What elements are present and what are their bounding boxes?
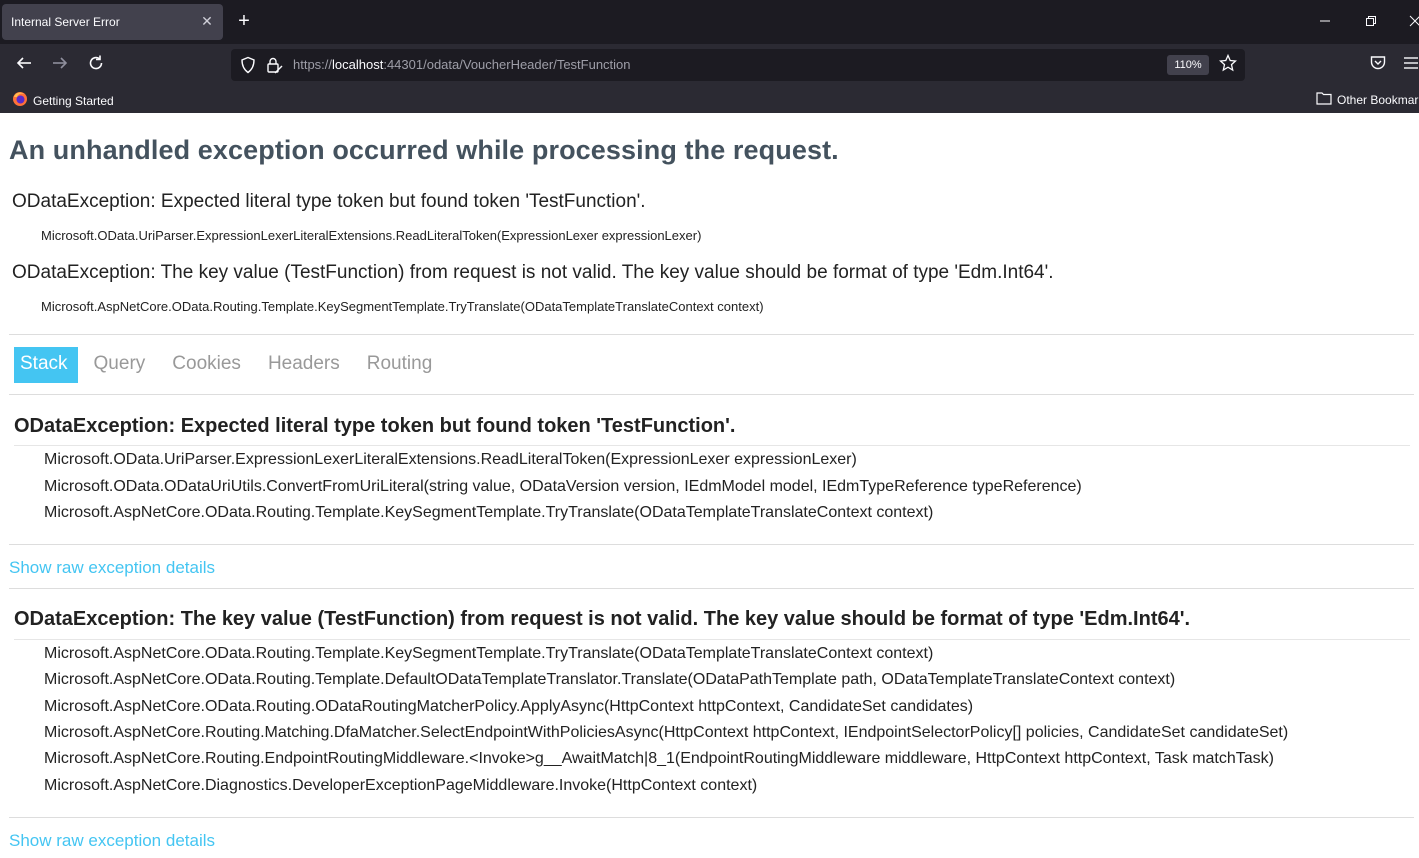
minimize-icon[interactable]	[1315, 12, 1335, 32]
stack-frame[interactable]: Microsoft.AspNetCore.OData.Routing.Templ…	[44, 645, 933, 663]
show-raw-exception-link[interactable]: Show raw exception details	[9, 831, 215, 851]
address-bar[interactable]: https://localhost:44301/odata/VoucherHea…	[231, 49, 1245, 81]
exception-title: ODataException: The key value (TestFunct…	[14, 608, 1191, 630]
divider	[9, 334, 1414, 335]
divider	[9, 544, 1414, 545]
summary-message: ODataException: Expected literal type to…	[12, 191, 646, 212]
tab-stack[interactable]: Stack	[14, 347, 78, 383]
stack-frame[interactable]: Microsoft.OData.ODataUriUtils.ConvertFro…	[44, 478, 1082, 496]
bookmark-label: Getting Started	[33, 93, 114, 108]
zoom-level-button[interactable]: 110%	[1167, 55, 1209, 75]
stack-frame[interactable]: Microsoft.AspNetCore.Routing.Matching.Df…	[44, 724, 1288, 742]
bookmark-other-folder[interactable]: Other Bookmarks	[1316, 91, 1419, 108]
bookmark-getting-started[interactable]: Getting Started	[12, 91, 114, 110]
tab-headers[interactable]: Headers	[255, 347, 354, 383]
forward-arrow-icon[interactable]	[49, 54, 71, 76]
shield-icon[interactable]	[239, 56, 257, 74]
tab-query[interactable]: Query	[81, 347, 160, 383]
browser-chrome: Internal Server Error ✕ + https://localh…	[0, 0, 1419, 113]
summary-location: Microsoft.AspNetCore.OData.Routing.Templ…	[41, 299, 764, 314]
lock-warning-icon[interactable]	[265, 56, 283, 74]
firefox-logo-icon	[12, 91, 28, 110]
tab-routing[interactable]: Routing	[354, 347, 447, 383]
stack-frame[interactable]: Microsoft.AspNetCore.OData.Routing.Templ…	[44, 504, 933, 522]
stack-frame[interactable]: Microsoft.AspNetCore.OData.Routing.OData…	[44, 698, 973, 716]
stack-frame[interactable]: Microsoft.AspNetCore.OData.Routing.Templ…	[44, 671, 1175, 689]
new-tab-button[interactable]: +	[234, 11, 254, 31]
stack-frame[interactable]: Microsoft.AspNetCore.Routing.EndpointRou…	[44, 750, 1274, 768]
back-arrow-icon[interactable]	[13, 54, 35, 76]
navigation-toolbar: https://localhost:44301/odata/VoucherHea…	[0, 44, 1419, 86]
bookmark-folder-label: Other Bookmarks	[1337, 92, 1419, 107]
exception-title: ODataException: Expected literal type to…	[14, 415, 736, 437]
url-text[interactable]: https://localhost:44301/odata/VoucherHea…	[293, 57, 631, 72]
url-host: localhost	[332, 57, 384, 72]
stack-frame[interactable]: Microsoft.OData.UriParser.ExpressionLexe…	[44, 451, 857, 469]
browser-tab[interactable]: Internal Server Error ✕	[2, 4, 223, 40]
close-tab-icon[interactable]: ✕	[199, 13, 215, 29]
restore-icon[interactable]	[1361, 12, 1381, 32]
detail-tabs: Stack Query Cookies Headers Routing	[14, 347, 446, 383]
error-page: An unhandled exception occurred while pr…	[0, 113, 1419, 858]
hamburger-menu-icon[interactable]	[1404, 54, 1419, 76]
summary-location: Microsoft.OData.UriParser.ExpressionLexe…	[41, 228, 702, 243]
divider	[9, 817, 1414, 818]
pocket-icon[interactable]	[1369, 54, 1391, 76]
divider	[9, 588, 1414, 589]
tab-strip: Internal Server Error ✕ +	[0, 0, 1419, 44]
stack-frame[interactable]: Microsoft.AspNetCore.Diagnostics.Develop…	[44, 777, 757, 795]
divider	[14, 445, 1410, 446]
divider	[9, 394, 1414, 395]
bookmarks-toolbar: Getting Started Other Bookmarks	[0, 86, 1419, 113]
page-title: An unhandled exception occurred while pr…	[9, 135, 839, 165]
folder-icon	[1316, 91, 1332, 108]
show-raw-exception-link[interactable]: Show raw exception details	[9, 558, 215, 578]
bookmark-star-icon[interactable]	[1217, 53, 1239, 76]
close-window-icon[interactable]	[1405, 12, 1419, 32]
divider	[14, 639, 1410, 640]
url-rest: :44301/odata/VoucherHeader/TestFunction	[383, 57, 631, 72]
url-prefix: https://	[293, 57, 333, 72]
reload-icon[interactable]	[85, 54, 107, 76]
tab-title: Internal Server Error	[11, 15, 120, 29]
tab-cookies[interactable]: Cookies	[159, 347, 255, 383]
summary-message: ODataException: The key value (TestFunct…	[12, 262, 1054, 283]
